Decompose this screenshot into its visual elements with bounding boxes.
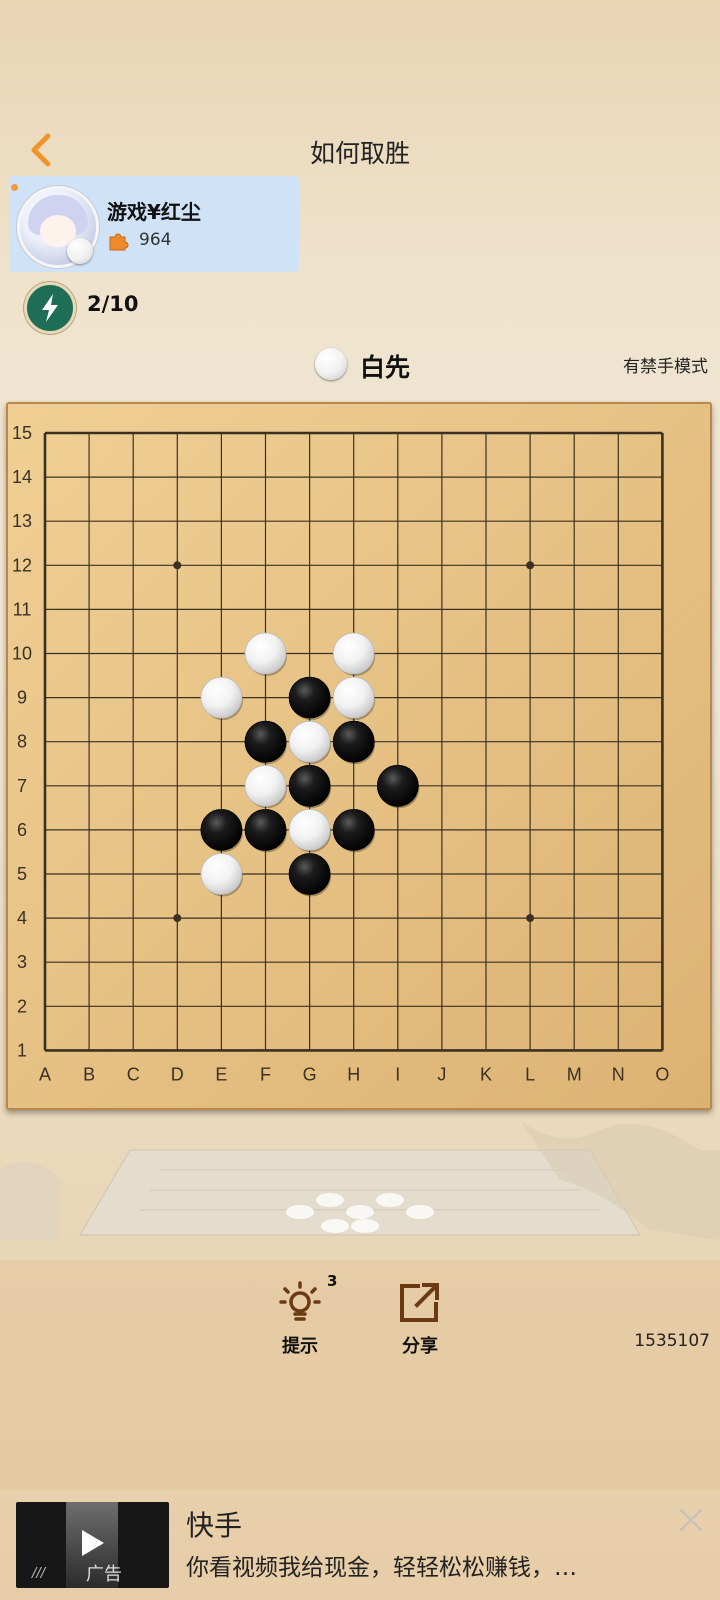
star-point (526, 561, 535, 570)
player-white-stone-icon (67, 238, 93, 264)
column-label: K (480, 1064, 492, 1084)
kuaishou-logo-icon: /// (32, 1566, 46, 1581)
row-label: 12 (12, 555, 32, 575)
row-label: 2 (17, 996, 27, 1016)
player-card[interactable]: 游戏¥红尘 964 (9, 176, 299, 272)
column-label: M (567, 1064, 582, 1084)
column-label: I (395, 1064, 400, 1084)
board-canvas[interactable]: A B C D E F G H I J K L M N O 15 14 13 12 11 10 9 8 7 6 5 4 3 2 1 (6, 402, 712, 1110)
gomoku-board[interactable]: A B C D E F G H I J K L M N O 15 14 13 12 11 10 9 8 7 6 5 4 3 2 1 (6, 402, 712, 1110)
page-title: 如何取胜 (309, 139, 410, 168)
hint-label: 提示 (282, 1336, 318, 1357)
black-stone (244, 808, 287, 851)
turn-stone-icon (315, 348, 347, 380)
ad-description: 你看视频我给现金，轻轻松松赚钱，… (186, 1555, 577, 1581)
online-dot (11, 184, 18, 191)
row-label: 15 (12, 423, 32, 443)
share-button[interactable]: 分享 (380, 1280, 460, 1358)
column-label: F (260, 1064, 271, 1084)
column-label: A (39, 1064, 51, 1084)
white-stone (200, 676, 243, 719)
row-label: 9 (17, 688, 27, 708)
white-stone (244, 632, 287, 675)
black-stone (288, 853, 331, 895)
row-label: 14 (12, 467, 32, 487)
column-label: H (347, 1064, 360, 1084)
black-stone (376, 764, 419, 807)
rule-mode-label: 有禁手模式 (623, 357, 708, 377)
share-label: 分享 (402, 1336, 438, 1357)
black-stone (332, 720, 375, 763)
white-stone (244, 764, 287, 807)
column-label: G (303, 1064, 317, 1084)
white-stone (288, 720, 331, 763)
column-label: J (437, 1064, 446, 1084)
top-bar: 如何取胜 (0, 122, 720, 178)
white-stone (332, 632, 375, 675)
share-icon (400, 1283, 439, 1322)
white-stone (288, 808, 331, 851)
level-id: 1535107 (634, 1331, 710, 1351)
black-stone (332, 808, 375, 851)
turn-label: 白先 (360, 353, 411, 382)
player-score: 964 (139, 230, 172, 250)
hint-button[interactable]: 提示 (260, 1280, 340, 1358)
row-label: 13 (12, 511, 32, 531)
background-scene (0, 1120, 720, 1240)
row-label: 3 (17, 952, 27, 972)
ad-thumbnail[interactable]: /// 广告 (16, 1502, 169, 1588)
column-label: D (171, 1064, 184, 1084)
black-stone (288, 764, 331, 807)
row-label: 11 (13, 599, 32, 619)
star-point (526, 914, 535, 923)
star-point (173, 561, 182, 570)
row-label: 5 (17, 864, 27, 884)
lightbulb-icon (279, 1281, 321, 1321)
white-stone (200, 853, 243, 895)
play-icon (82, 1530, 104, 1556)
ad-badge: 广告 (86, 1564, 122, 1585)
lightning-icon (24, 282, 76, 334)
column-label: B (83, 1064, 95, 1084)
player-name: 游戏¥红尘 (107, 200, 201, 224)
puzzle-progress: 2/10 (87, 292, 139, 316)
black-stone (288, 676, 331, 719)
bottom-toolbar: 提示 分享 (0, 1260, 720, 1490)
column-label: L (525, 1064, 535, 1084)
column-label: C (127, 1064, 140, 1084)
star-point (173, 914, 182, 923)
black-stone (200, 808, 243, 851)
puzzle-piece-icon (109, 233, 129, 251)
ad-banner[interactable]: /// 广告 快手 你看视频我给现金，轻轻松松赚钱，… (0, 1490, 720, 1600)
row-label: 1 (17, 1040, 27, 1060)
row-label: 10 (12, 644, 32, 664)
column-label: E (215, 1064, 227, 1084)
column-label: O (655, 1064, 669, 1084)
ad-title: 快手 (186, 1509, 243, 1542)
row-label: 8 (17, 732, 27, 752)
row-label: 6 (17, 820, 27, 840)
black-stone (244, 720, 287, 763)
close-icon[interactable] (677, 1506, 705, 1534)
row-label: 7 (17, 776, 27, 796)
row-label: 4 (17, 908, 27, 928)
column-label: N (612, 1064, 625, 1084)
hint-count-badge: 3 (327, 1272, 338, 1290)
white-stone (332, 676, 375, 719)
